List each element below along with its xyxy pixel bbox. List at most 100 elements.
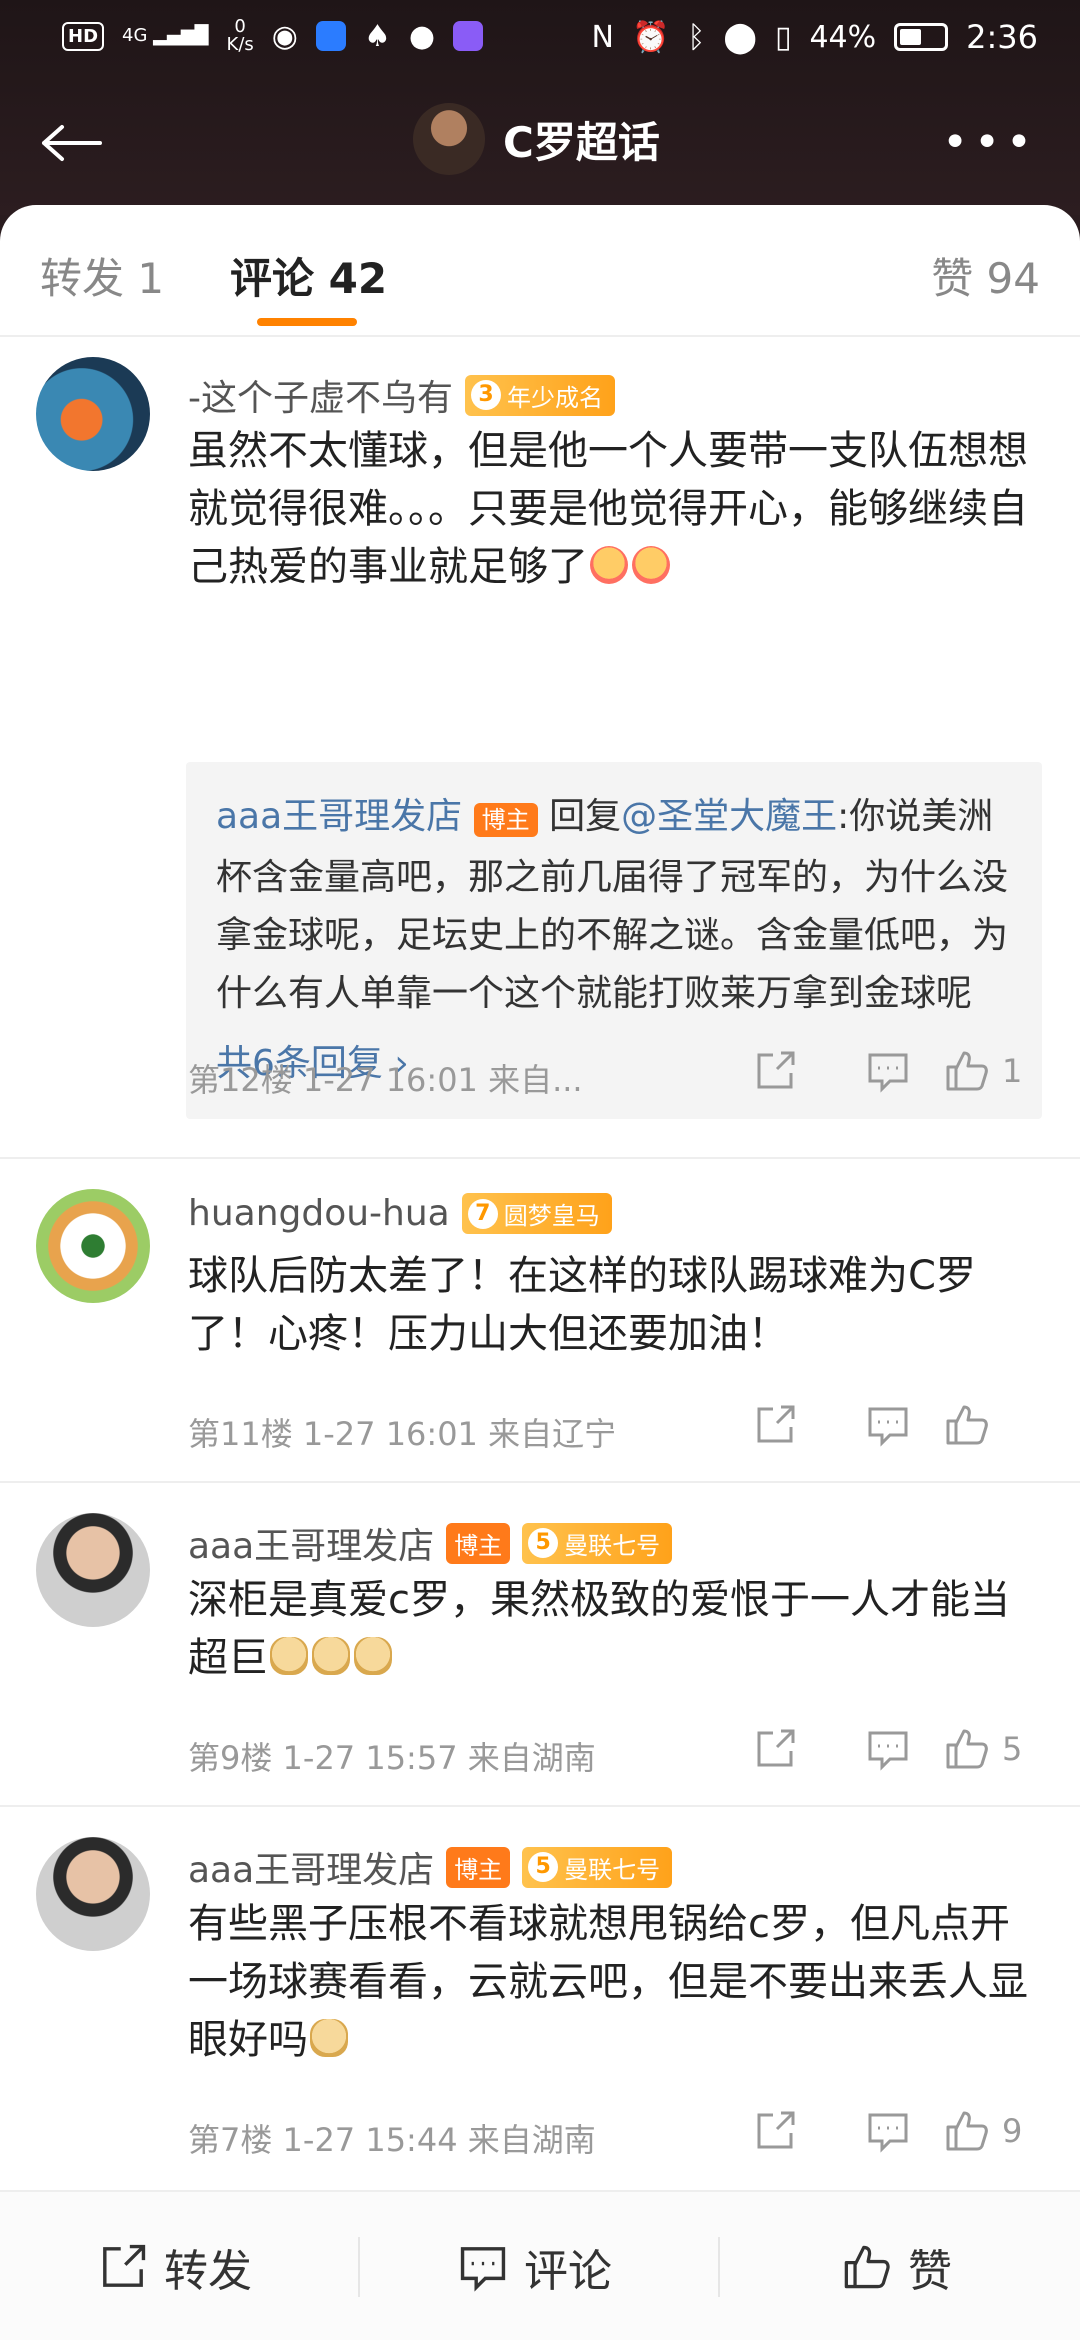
level-badge[interactable]: 3 年少成名 [465,374,615,416]
blogger-badge: 博主 [446,1522,511,1564]
back-button[interactable] [40,113,110,173]
tab-likes[interactable]: 赞 94 [931,245,1040,306]
heart-eyes-emoji-icon [632,546,670,584]
hd-indicator: HD [62,21,105,51]
share-button[interactable] [718,1049,831,1093]
like-label: 赞 [908,2246,952,2297]
more-icon[interactable]: ••• [942,117,1038,168]
repost-button[interactable]: 转发 [98,2192,252,2340]
comment-actions: 5 [718,1727,1044,1771]
speed-indicator: 0 K/s [226,16,254,55]
comment-meta: 第9楼 1-27 15:57 来自湖南 [188,1739,596,1777]
comment-actions [718,1403,1044,1447]
reply-username[interactable]: aaa王哥理发店 [216,796,462,837]
comment-icon [868,2113,907,2153]
comment-actions: 9 [718,2109,1044,2153]
comment-actions: 1 [718,1049,1044,1093]
wechat-icon: ● [408,18,436,54]
comment-item: huangdou-hua 7 圆梦皇马 球队后防太差了！在这样的球队踢球难为C罗… [0,1159,1080,1483]
tab-repost[interactable]: 转发 1 [40,245,164,306]
level-badge[interactable]: 5 曼联七号 [522,1846,673,1888]
thumbs-up-icon [946,2111,988,2151]
comment-text: 有些黑子压根不看球就想甩锅给c罗，但凡点开一场球赛看看，云就云吧，但是不要出来丢… [188,1901,1028,2063]
comment-header: aaa王哥理发店 博主 5 曼联七号 [188,1517,673,1569]
comment-meta: 第7楼 1-27 15:44 来自湖南 [188,2121,596,2159]
like-bottom-button[interactable]: 赞 [842,2192,952,2340]
doge-emoji-icon [270,1637,308,1675]
comment-icon [460,2247,506,2292]
tab-bar: 转发 1 评论 42 赞 94 [0,205,1080,337]
divider [358,2237,360,2297]
bluetooth-icon: ᛒ [687,19,706,55]
music-app-icon [453,21,484,51]
comment-icon [868,1053,907,1093]
arrow-left-icon [42,125,102,161]
comment-icon [868,1407,907,1447]
comment-button[interactable] [831,2109,944,2153]
thumbs-up-icon [946,1405,988,1445]
divider [718,2237,720,2297]
doge-emoji-icon [354,1637,392,1675]
heart-eyes-emoji-icon [590,546,628,584]
blogger-badge: 博主 [473,803,538,837]
qq-icon: ♠ [363,18,391,54]
avatar[interactable] [36,357,150,471]
username[interactable]: aaa王哥理发店 [188,1841,434,1893]
thumbs-up-icon [946,1051,988,1091]
comment-icon [868,1731,907,1771]
avatar[interactable] [36,1837,150,1951]
level-badge[interactable]: 5 曼联七号 [522,1522,673,1564]
page-header: C罗超话 ••• [0,95,1080,190]
share-button[interactable] [718,1727,831,1771]
blogger-badge: 博主 [446,1846,511,1888]
like-button[interactable]: 5 [944,1727,1044,1771]
avatar[interactable] [36,1189,150,1303]
share-button[interactable] [718,1403,831,1447]
comments-sheet: 转发 1 评论 42 赞 94 -这个子虚不乌有 3 年少成名 虽然不太懂球，但… [0,205,1080,2340]
comment-bottom-button[interactable]: 评论 [458,2192,612,2340]
topic-avatar [413,103,485,175]
alarm-icon: ⏰ [632,19,670,55]
battery-percent: 44% [809,19,877,55]
share-icon [103,2244,146,2287]
comment-text: 深柜是真爱c罗，果然极致的爱恨于一人才能当超巨 [188,1577,1010,1681]
share-icon [757,1051,794,1089]
status-bar: HD 4G ▂▄▆█ 0 K/s ◉ ♠ ● N ⏰ ᛒ ⬤ ▯ 44% 2:3… [0,0,1080,75]
network-indicator: 4G ▂▄▆█ [122,25,209,46]
doge-emoji-icon [312,1637,350,1675]
share-icon [757,2111,794,2149]
comment-button[interactable] [831,1049,944,1093]
nfc-icon: N [591,19,614,55]
battery-icon [894,23,949,51]
header-title-group[interactable]: C罗超话 [413,103,660,175]
comment-item: aaa王哥理发店 博主 5 曼联七号 深柜是真爱c罗，果然极致的爱恨于一人才能当… [0,1483,1080,1807]
comment-button[interactable] [831,1403,944,1447]
tab-comments[interactable]: 评论 42 [230,245,387,306]
comment-header: aaa王哥理发店 博主 5 曼联七号 [188,1841,673,1893]
shield-app-icon [315,21,346,51]
comment-button[interactable] [831,1727,944,1771]
avatar[interactable] [36,1513,150,1627]
comment-header: -这个子虚不乌有 3 年少成名 [188,369,615,421]
top-bar: HD 4G ▂▄▆█ 0 K/s ◉ ♠ ● N ⏰ ᛒ ⬤ ▯ 44% 2:3… [0,0,1080,215]
share-button[interactable] [718,2109,831,2153]
comment-item: -这个子虚不乌有 3 年少成名 虽然不太懂球，但是他一个人要带一支队伍想想就觉得… [0,337,1080,1159]
like-button[interactable]: 9 [944,2109,1044,2153]
username[interactable]: aaa王哥理发店 [188,1517,434,1569]
location-icon: ⬤ [723,19,757,55]
thumbs-up-icon [844,2245,890,2289]
reply-prefix: 回复 [549,796,622,837]
active-tab-indicator [257,318,357,326]
level-badge[interactable]: 7 圆梦皇马 [461,1193,612,1234]
eye-icon: ◉ [271,18,298,54]
like-button[interactable]: 1 [944,1049,1044,1093]
comment-label: 评论 [524,2246,612,2297]
reply-target[interactable]: @圣堂大魔王 [621,796,837,837]
comment-text: 虽然不太懂球，但是他一个人要带一支队伍想想就觉得很难。。。只要是他觉得开心，能够… [188,428,1028,590]
like-button[interactable] [944,1403,1044,1447]
username[interactable]: -这个子虚不乌有 [188,369,453,421]
comment-header: huangdou-hua 7 圆梦皇马 [188,1193,612,1234]
share-icon [757,1405,794,1443]
username[interactable]: huangdou-hua [188,1193,450,1234]
thumbs-up-icon [946,1729,988,1769]
